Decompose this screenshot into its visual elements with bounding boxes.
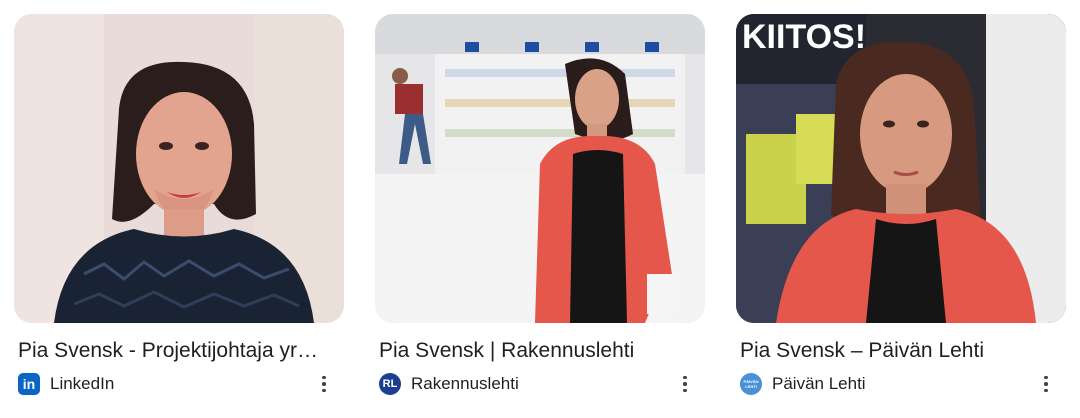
more-options-icon[interactable]: [673, 372, 697, 396]
more-options-icon[interactable]: [1034, 372, 1058, 396]
result-title[interactable]: Pia Svensk | Rakennuslehti: [379, 337, 705, 365]
image-results-row: Pia Svensk - Projektijohtaja yr… in Link…: [0, 0, 1080, 418]
source-name: Rakennuslehti: [411, 374, 519, 393]
result-thumbnail[interactable]: KIITOS!: [736, 14, 1066, 323]
portrait-photo-linkedin: [14, 14, 344, 323]
result-title[interactable]: Pia Svensk - Projektijohtaja yr…: [18, 337, 344, 365]
source-name: Päivän Lehti: [772, 374, 866, 393]
result-source[interactable]: RL Rakennuslehti: [379, 372, 519, 396]
portrait-photo-paivan-lehti: KIITOS!: [736, 14, 1066, 323]
background-sign-text: KIITOS!: [742, 18, 866, 56]
rakennuslehti-icon: RL: [379, 373, 401, 395]
linkedin-icon: in: [18, 373, 40, 395]
paivan-lehti-icon: PÄIVÄN LEHTI: [740, 373, 762, 395]
result-source[interactable]: PÄIVÄN LEHTI Päivän Lehti: [740, 372, 866, 396]
more-options-icon[interactable]: [312, 372, 336, 396]
result-thumbnail[interactable]: [375, 14, 705, 323]
result-source[interactable]: in LinkedIn: [18, 372, 114, 396]
image-result-card[interactable]: Pia Svensk - Projektijohtaja yr… in Link…: [14, 14, 344, 404]
result-thumbnail[interactable]: [14, 14, 344, 323]
image-result-card[interactable]: KIITOS! Pia Svensk – Päivän Lehti PÄIVÄN…: [736, 14, 1066, 404]
image-result-card[interactable]: Pia Svensk | Rakennuslehti RL Rakennusle…: [375, 14, 705, 404]
store-photo-rakennuslehti: [375, 14, 705, 323]
result-title[interactable]: Pia Svensk – Päivän Lehti: [740, 337, 1066, 365]
source-name: LinkedIn: [50, 374, 115, 393]
